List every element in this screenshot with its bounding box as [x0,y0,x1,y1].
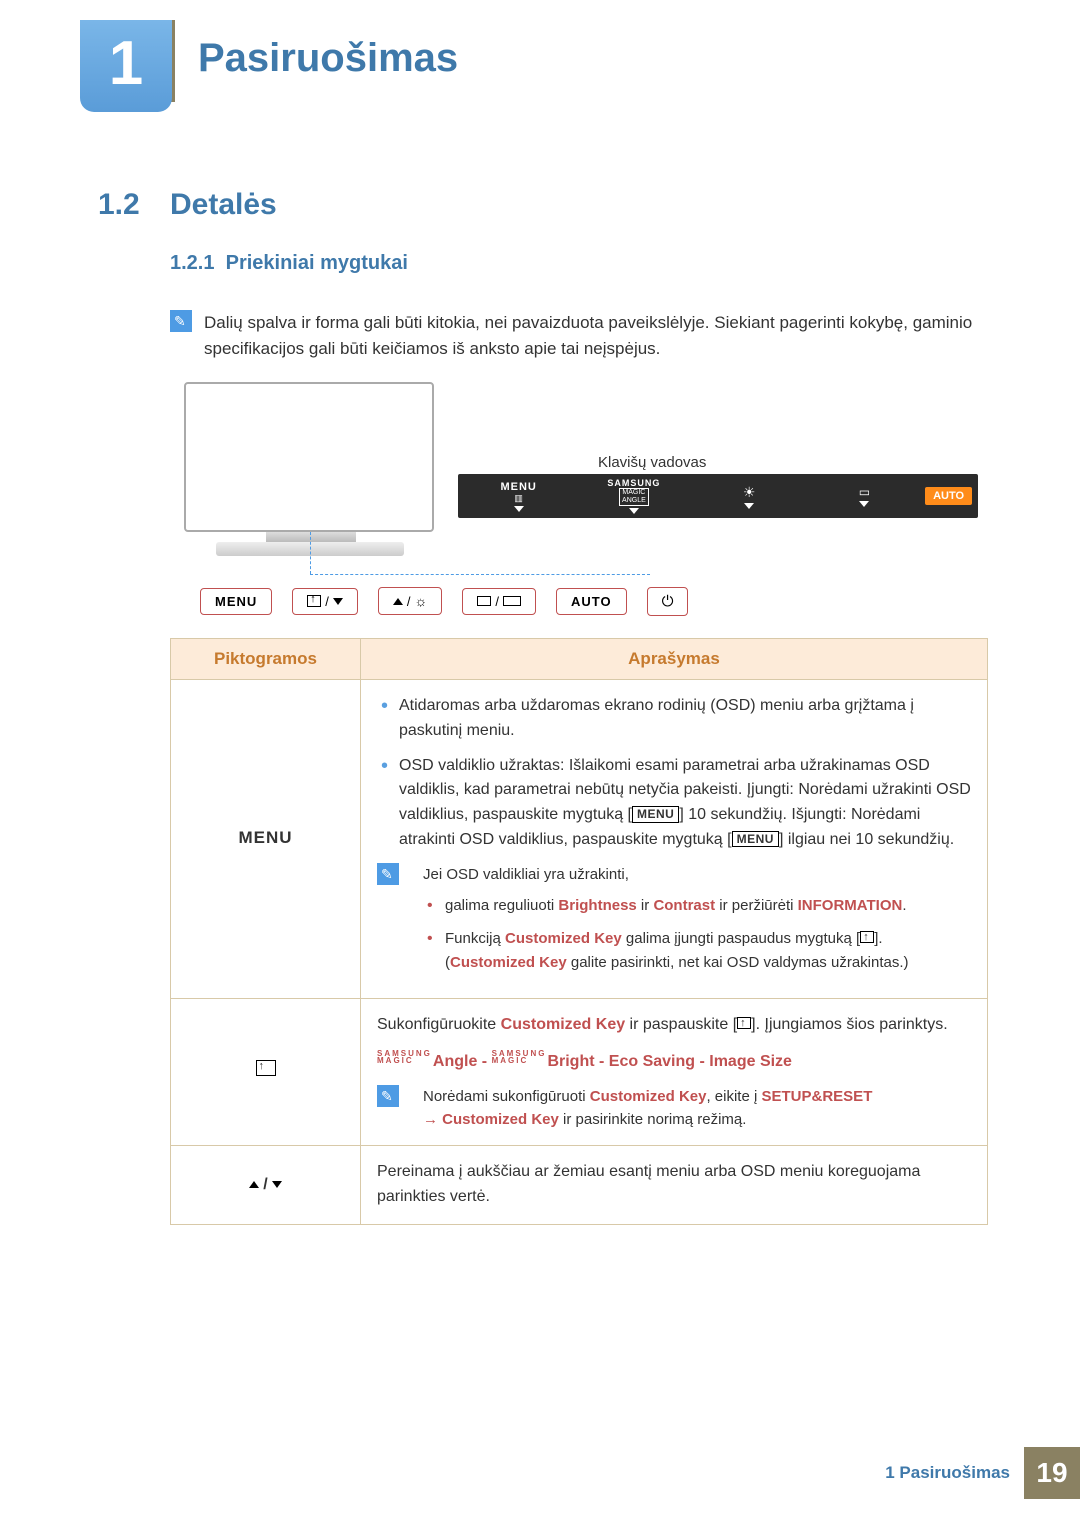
table-row: / Pereinama į aukščiau ar žemiau esantį … [171,1146,988,1225]
table-row: Sukonfigūruokite Customized Key ir paspa… [171,998,988,1145]
kg-brightness: ☀ [695,484,804,509]
monitor-stand-icon [266,532,356,542]
cell-desc-custom: Sukonfigūruokite Customized Key ir paspa… [361,998,988,1145]
intro-note: Dalių spalva ir forma gali būti kitokia,… [170,310,990,361]
table-row: MENU Atidaromas arba uždaromas ekrano ro… [171,680,988,999]
kg-menu: MENU ▥ [464,481,573,512]
front-button-power [647,587,689,616]
chapter-number-tab: 1 [80,20,172,112]
front-button-menu: MENU [200,588,272,615]
bullet-osd-lock: OSD valdiklio užraktas: Išlaikomi esami … [377,754,971,853]
th-icons: Piktogramos [171,639,361,680]
page-footer: 1 Pasiruošimas 19 [885,1447,1080,1499]
kg-magic: SAMSUNG MAGICANGLE [579,478,688,515]
th-description: Aprašymas [361,639,988,680]
cell-icon-nav: / [171,1146,361,1225]
monitor-screen-icon [184,382,434,532]
key-guide-label: Klavišų vadovas [598,454,706,471]
footer-text: 1 Pasiruošimas [885,1463,1010,1483]
note-locked: Jei OSD valdikliai yra užrakinti, galima… [377,863,971,984]
cell-icon-menu: MENU [171,680,361,999]
front-button-up-bright: / [378,587,442,615]
section-number: 1.2 [98,188,140,222]
sub-custom-key: Funkciją Customized Key galima įjungti p… [423,927,971,974]
key-guide-bar: MENU ▥ SAMSUNG MAGICANGLE ☀ ▭ AUTO [458,474,978,518]
note-icon [377,863,399,885]
intro-note-text: Dalių spalva ir forma gali būti kitokia,… [204,310,990,361]
callout-line-icon [310,532,311,574]
chapter-title: Pasiruošimas [198,36,458,81]
section-title: Detalės [170,188,277,222]
cell-desc-menu: Atidaromas arba uždaromas ekrano rodinių… [361,680,988,999]
note-intro: Jei OSD valdikliai yra užrakinti, [423,863,971,886]
front-buttons-row: MENU / / / AUTO [200,582,990,620]
cell-desc-nav: Pereinama į aukščiau ar žemiau esantį me… [361,1146,988,1225]
kg-auto: AUTO [925,490,972,502]
subsection-heading: 1.2.1 Priekiniai mygtukai [170,252,408,275]
note-icon [170,310,192,332]
front-button-custom-down: / [292,588,358,615]
note-icon [377,1085,399,1107]
note-setup: Norėdami sukonfigūruoti Customized Key, … [377,1085,971,1132]
bullet-open-close: Atidaromas arba uždaromas ekrano rodinių… [377,694,971,744]
custom-options: SAMSUNGMAGICAngle - SAMSUNGMAGICBright -… [377,1050,971,1075]
monitor-illustration: Klavišų vadovas MENU ▥ SAMSUNG MAGICANGL… [168,376,990,606]
footer-page-number: 19 [1024,1447,1080,1499]
front-button-auto: AUTO [556,588,627,615]
cell-icon-custom [171,998,361,1145]
front-button-source: / [462,588,536,615]
buttons-table: Piktogramos Aprašymas MENU Atidaromas ar… [170,638,988,1225]
kg-source: ▭ [810,485,919,507]
sub-brightness: galima reguliuoti Brightness ir Contrast… [423,894,971,917]
callout-line-h-icon [310,574,650,575]
